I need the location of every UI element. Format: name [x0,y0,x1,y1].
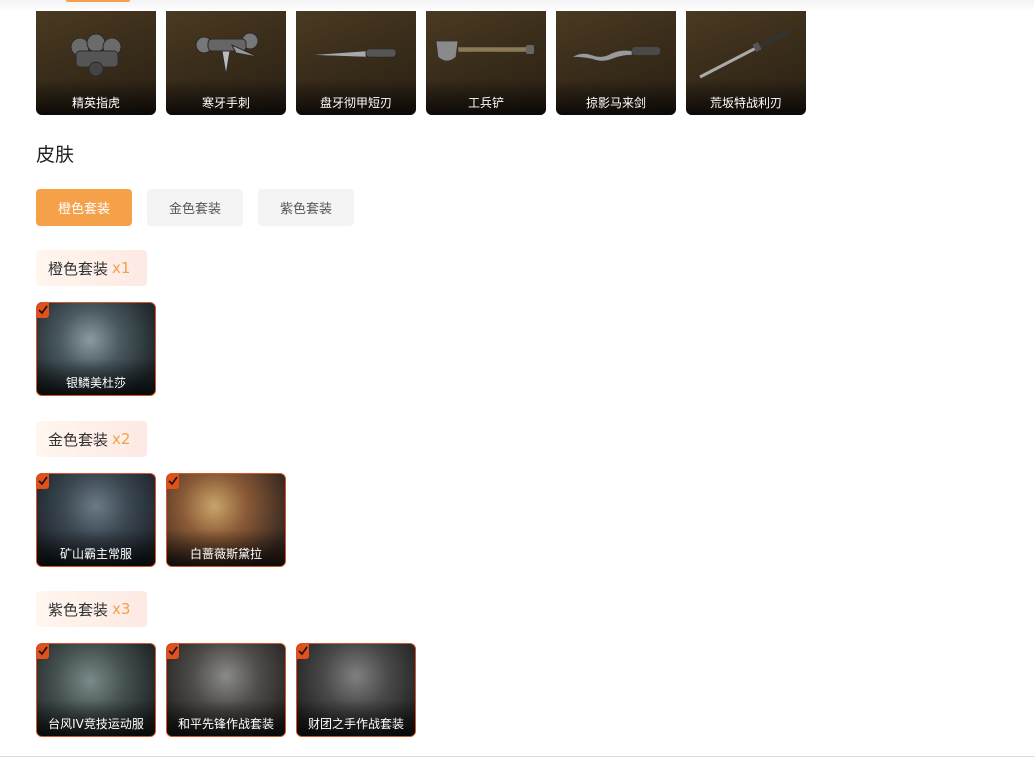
group-count: x2 [112,430,131,448]
skin-label: 白蔷薇斯黛拉 [189,547,262,561]
checkmark-icon [37,474,49,489]
skin-card[interactable]: 财团之手作战套装 [296,643,416,737]
bottom-divider [0,756,1034,757]
tab-gold-set[interactable]: 金色套装 [147,189,243,226]
group-count: x3 [112,600,131,618]
weapon-label: 工兵铲 [467,96,504,110]
tab-orange-set[interactable]: 橙色套装 [36,189,132,226]
weapon-label: 掠影马来剑 [585,96,646,110]
skin-tabs: 橙色套装 金色套装 紫色套装 [36,189,354,226]
purple-skin-row: 台风IV竞技运动服 和平先锋作战套装 财团之手作战套装 [36,643,416,737]
skin-card[interactable]: 和平先锋作战套装 [166,643,286,737]
checkmark-icon [167,474,179,489]
weapon-card-shovel[interactable]: 工兵铲 [426,11,546,115]
checkmark-icon [167,644,179,659]
checkmark-icon [297,644,309,659]
group-label-orange: 橙色套装 x1 [36,250,147,286]
weapon-label: 精英指虎 [71,96,120,110]
skin-card[interactable]: 矿山霸主常服 [36,473,156,567]
weapon-card-push-dagger[interactable]: 寒牙手刺 [166,11,286,115]
skin-label: 和平先锋作战套装 [177,717,274,731]
skin-card[interactable]: 白蔷薇斯黛拉 [166,473,286,567]
skin-label: 台风IV竞技运动服 [48,717,144,731]
group-label-gold: 金色套装 x2 [36,421,147,457]
weapon-card-short-blade[interactable]: 盘牙彻甲短刃 [296,11,416,115]
weapon-label: 盘牙彻甲短刃 [319,96,392,110]
skin-label: 财团之手作战套装 [307,717,404,731]
weapon-label: 荒坂特战利刃 [709,96,782,110]
orange-skin-row: 银鳞美杜莎 [36,302,156,396]
weapon-card-katana[interactable]: 荒坂特战利刃 [686,11,806,115]
group-count: x1 [112,259,131,277]
group-name: 橙色套装 [48,259,109,278]
weapon-row: 精英指虎 寒牙手刺 盘牙彻甲短刃 工兵铲 掠影马来剑 荒坂特战利刃 [36,11,806,115]
skin-card[interactable]: 台风IV竞技运动服 [36,643,156,737]
scrolled-tab-edge [66,0,130,2]
skin-label: 矿山霸主常服 [59,547,132,561]
group-label-purple: 紫色套装 x3 [36,591,147,627]
weapon-label: 寒牙手刺 [201,96,250,110]
tab-purple-set[interactable]: 紫色套装 [258,189,354,226]
checkmark-icon [37,303,49,318]
group-name: 金色套装 [48,430,109,449]
skins-section-title: 皮肤 [36,144,75,166]
group-name: 紫色套装 [48,600,109,619]
weapon-card-knuckles[interactable]: 精英指虎 [36,11,156,115]
checkmark-icon [37,644,49,659]
weapon-card-kris[interactable]: 掠影马来剑 [556,11,676,115]
skin-label: 银鳞美杜莎 [65,376,126,390]
gold-skin-row: 矿山霸主常服 白蔷薇斯黛拉 [36,473,286,567]
skin-card[interactable]: 银鳞美杜莎 [36,302,156,396]
